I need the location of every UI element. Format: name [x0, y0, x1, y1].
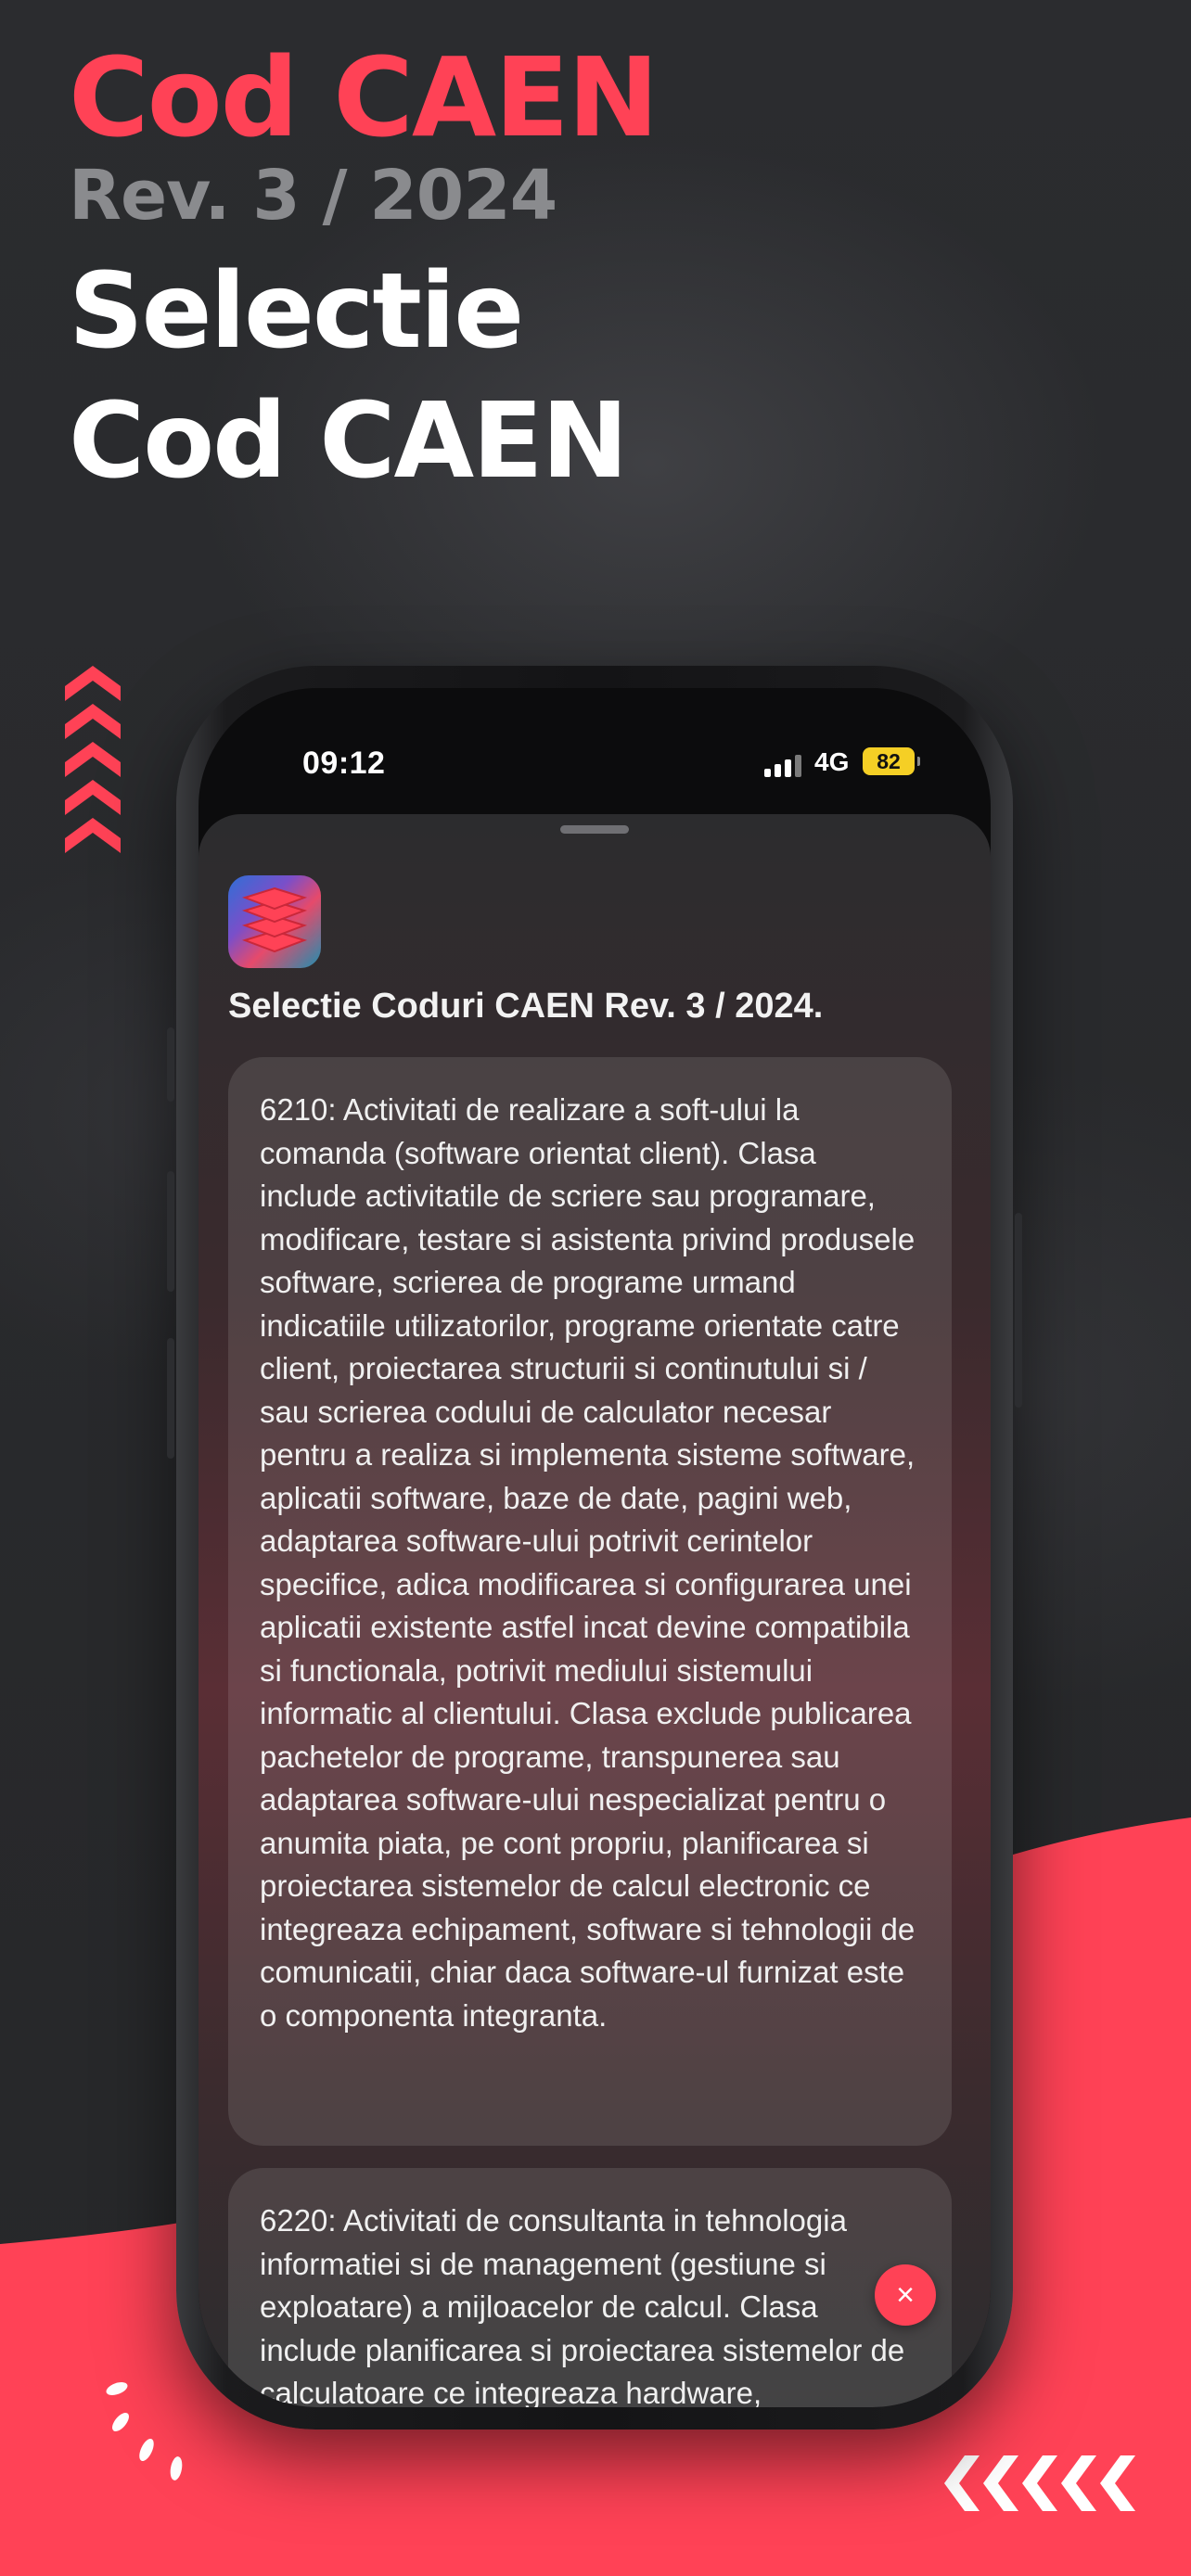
sheet-title: Selectie Coduri CAEN Rev. 3 / 2024.	[228, 987, 824, 1026]
battery-icon: 82	[863, 747, 920, 775]
caen-card[interactable]: 6220: Activitati de consultanta in tehno…	[228, 2168, 952, 2407]
chevrons-left-icon	[944, 2455, 1135, 2511]
signal-icon	[764, 755, 801, 777]
stacked-layers-icon	[228, 875, 321, 968]
phone-volume-up	[167, 1171, 174, 1292]
caen-card-text: 6210: Activitati de realizare a soft-ulu…	[260, 1092, 916, 2033]
caen-card-text: 6220: Activitati de consultanta in tehno…	[260, 2203, 905, 2407]
sheet-grabber[interactable]	[560, 825, 629, 834]
chevrons-up-icon	[65, 666, 121, 853]
phone-screen: 09:12 4G 82 Selectie Coduri CAEN Rev. 3 …	[198, 688, 991, 2407]
sparkle-icon	[106, 2382, 183, 2480]
promo-revision: Rev. 3 / 2024	[69, 156, 557, 236]
status-bar: 09:12 4G 82	[198, 688, 991, 809]
promo-subtitle-2: Cod CAEN	[69, 381, 628, 502]
network-type: 4G	[814, 747, 850, 776]
phone-volume-down	[167, 1338, 174, 1459]
close-button[interactable]: ×	[875, 2264, 936, 2326]
phone-power-button	[1015, 1213, 1022, 1408]
phone-mute-switch	[167, 1027, 174, 1102]
promo-headline: Cod CAEN Rev. 3 / 2024 Selectie Cod CAEN	[69, 33, 659, 506]
status-time: 09:12	[302, 746, 386, 781]
promo-subtitle-1: Selectie	[69, 251, 524, 372]
promo-title: Cod CAEN	[69, 33, 659, 161]
bottom-sheet: Selectie Coduri CAEN Rev. 3 / 2024. 6210…	[198, 814, 991, 2407]
caen-card[interactable]: 6210: Activitati de realizare a soft-ulu…	[228, 1057, 952, 2146]
phone-frame: 09:12 4G 82 Selectie Coduri CAEN Rev. 3 …	[167, 666, 1022, 2429]
